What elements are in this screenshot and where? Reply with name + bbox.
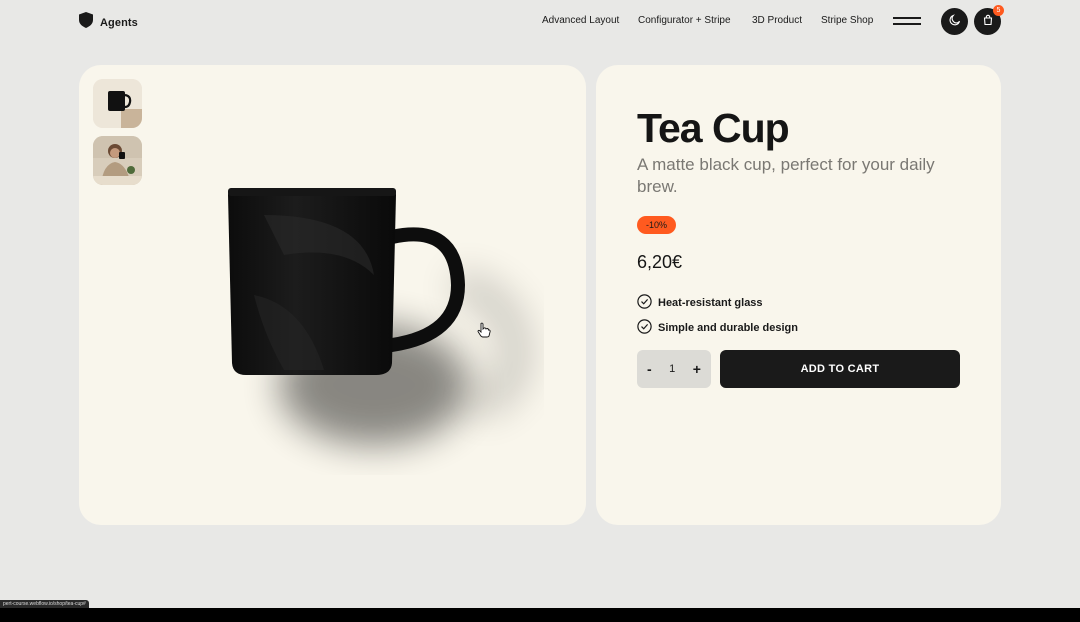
product-price: 6,20€ [637,252,683,272]
site-header: Agents Advanced Layout Configurator + St… [0,0,1080,44]
discount-badge: -10% [637,216,677,234]
bottom-bar [0,608,1080,622]
moon-icon [949,13,961,31]
product-image-mug [224,185,544,475]
cart-count-badge: 5 [993,5,1004,16]
product-gallery [79,65,586,525]
thumbnail-person[interactable] [93,136,142,185]
nav-link-configurator-stripe[interactable]: Configurator + Stripe [638,15,731,26]
product-title: Tea Cup [637,105,790,151]
cart-icon [982,13,994,31]
product-info: Tea Cup A matte black cup, perfect for y… [596,65,1001,525]
feature-item: Heat-resistant glass [637,290,798,315]
shield-logo-icon [79,12,93,33]
quantity-value[interactable]: 1 [669,363,675,375]
dark-mode-button[interactable] [941,8,968,35]
feature-item: Simple and durable design [637,315,798,340]
link-status-bar: pert-course.webflow.io/shop/tea-cup# [0,600,89,608]
quantity-stepper: - 1 + [637,350,711,388]
nav-link-3d-product[interactable]: 3D Product [752,15,802,26]
quantity-decrease-button[interactable]: - [647,361,652,377]
hand-cursor-icon [477,322,491,343]
nav-link-advanced-layout[interactable]: Advanced Layout [542,15,619,26]
feature-label: Heat-resistant glass [658,296,763,309]
check-circle-icon [637,318,652,337]
feature-list: Heat-resistant glass Simple and durable … [637,290,798,340]
quantity-increase-button[interactable]: + [693,361,701,377]
feature-label: Simple and durable design [658,321,798,334]
cart-button[interactable]: 5 [974,5,1004,35]
hamburger-menu-icon[interactable] [893,16,921,26]
nav-link-stripe-shop[interactable]: Stripe Shop [821,15,873,26]
brand-name: Agents [100,16,138,29]
add-to-cart-button[interactable]: ADD TO CART [720,350,960,388]
brand[interactable]: Agents [79,12,138,33]
check-circle-icon [637,293,652,312]
product-subtitle: A matte black cup, perfect for your dail… [637,155,935,196]
thumbnail-mug[interactable] [93,79,142,128]
